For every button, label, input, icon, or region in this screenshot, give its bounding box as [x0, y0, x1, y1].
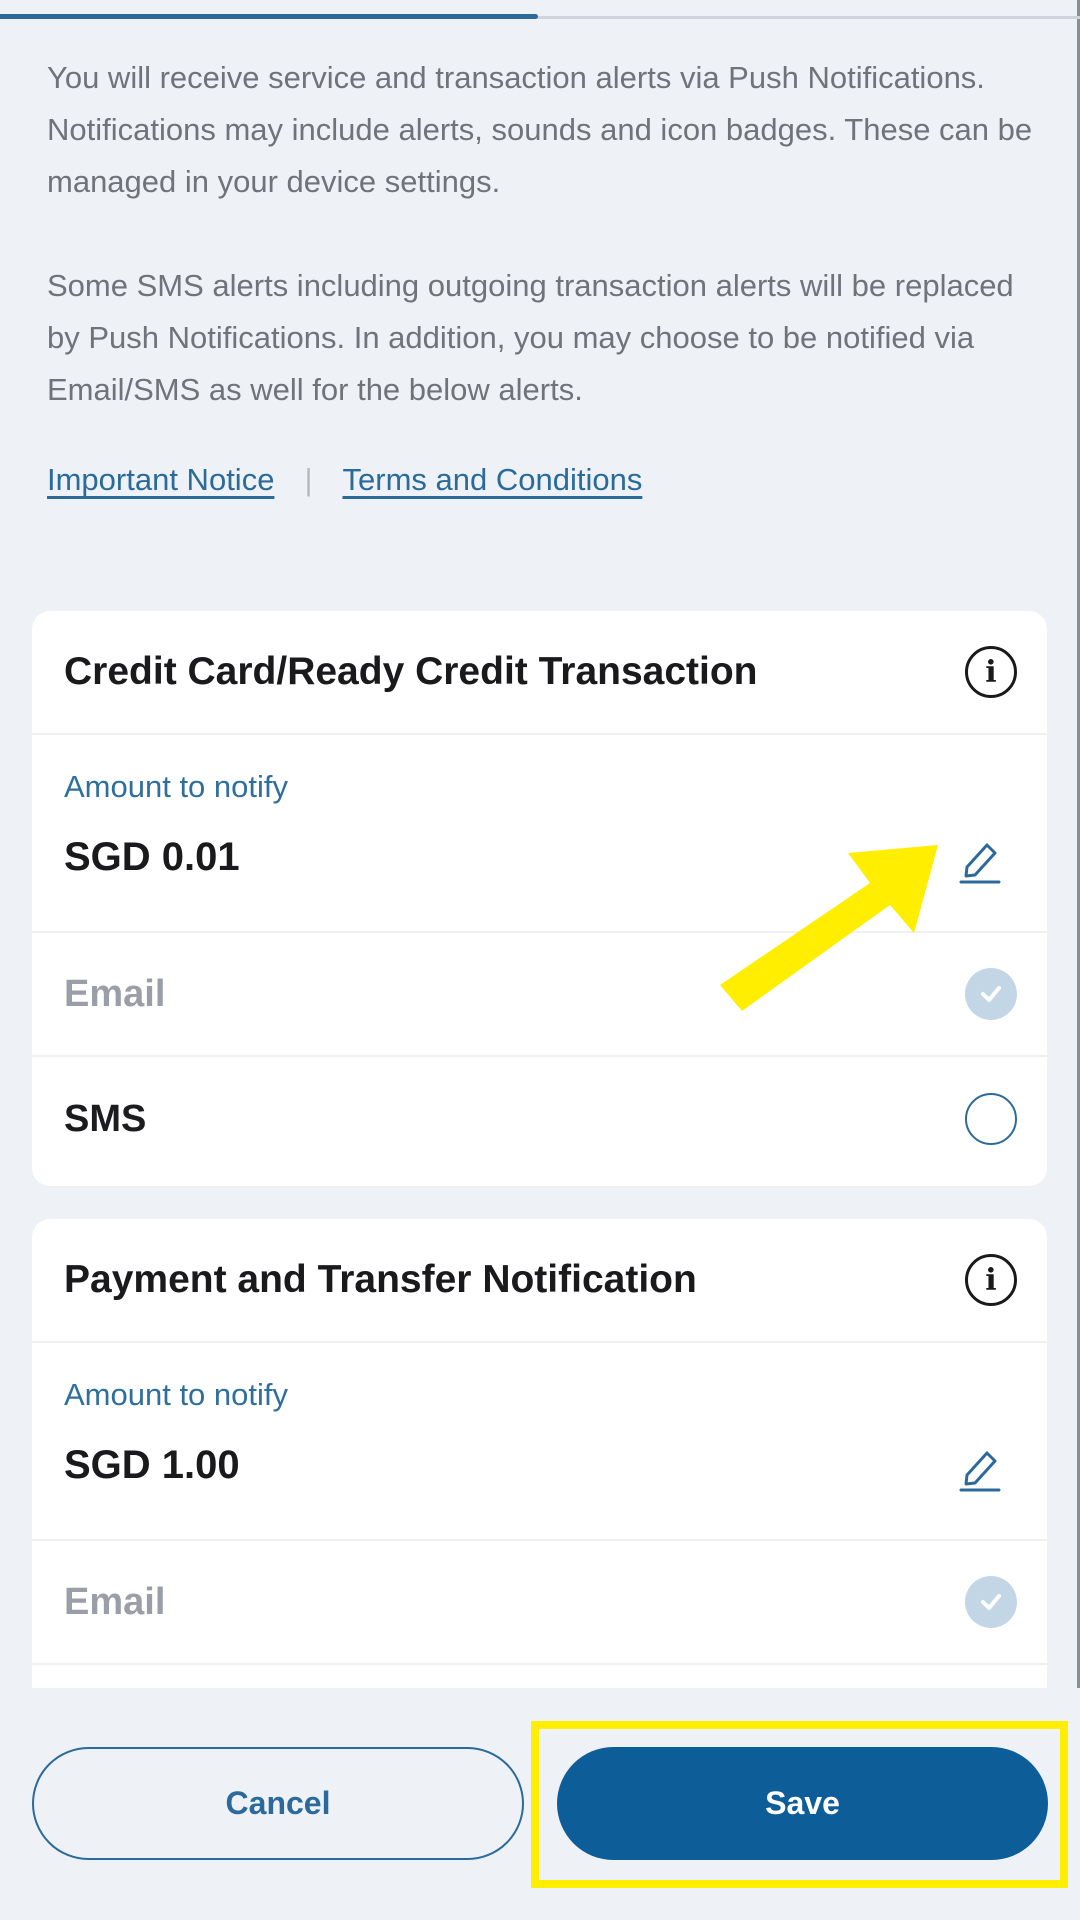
tab-indicator [0, 14, 538, 19]
important-notice-link[interactable]: Important Notice [47, 462, 274, 498]
option-row-email[interactable]: Email [32, 1541, 1047, 1665]
pencil-icon[interactable] [957, 1445, 1003, 1493]
amount-value: SGD 0.01 [64, 835, 240, 879]
amount-block: Amount to notify SGD 1.00 [32, 1343, 1047, 1541]
option-row-sms[interactable]: SMS [32, 1057, 1047, 1181]
card-payment-transfer: Payment and Transfer Notification i Amou… [32, 1219, 1047, 1689]
option-row-email[interactable]: Email [32, 933, 1047, 1057]
check-circle-icon[interactable] [965, 968, 1017, 1020]
save-button[interactable]: Save [557, 1747, 1048, 1860]
amount-value: SGD 1.00 [64, 1443, 240, 1487]
intro-text: You will receive service and transaction… [47, 52, 1047, 416]
info-icon[interactable]: i [965, 1254, 1017, 1306]
card-credit-card-transaction: Credit Card/Ready Credit Transaction i A… [32, 611, 1047, 1186]
pencil-icon[interactable] [957, 837, 1003, 885]
option-label: Email [64, 972, 166, 1015]
legal-links: Important Notice | Terms and Conditions [47, 462, 642, 498]
option-label: Email [64, 1580, 166, 1623]
info-icon[interactable]: i [965, 646, 1017, 698]
intro-paragraph-1: You will receive service and transaction… [47, 60, 1033, 199]
card-title: Credit Card/Ready Credit Transaction [64, 650, 758, 693]
option-label: SMS [64, 1097, 147, 1140]
amount-label: Amount to notify [64, 769, 289, 804]
empty-circle-icon[interactable] [965, 1093, 1017, 1145]
link-separator: | [304, 462, 313, 497]
terms-link[interactable]: Terms and Conditions [343, 462, 643, 498]
card-header: Credit Card/Ready Credit Transaction i [32, 611, 1047, 735]
amount-block: Amount to notify SGD 0.01 [32, 735, 1047, 933]
intro-paragraph-2: Some SMS alerts including outgoing trans… [47, 268, 1014, 407]
card-header: Payment and Transfer Notification i [32, 1219, 1047, 1343]
amount-label: Amount to notify [64, 1377, 289, 1412]
check-circle-icon[interactable] [965, 1576, 1017, 1628]
cancel-button[interactable]: Cancel [32, 1747, 524, 1860]
card-title: Payment and Transfer Notification [64, 1258, 697, 1301]
